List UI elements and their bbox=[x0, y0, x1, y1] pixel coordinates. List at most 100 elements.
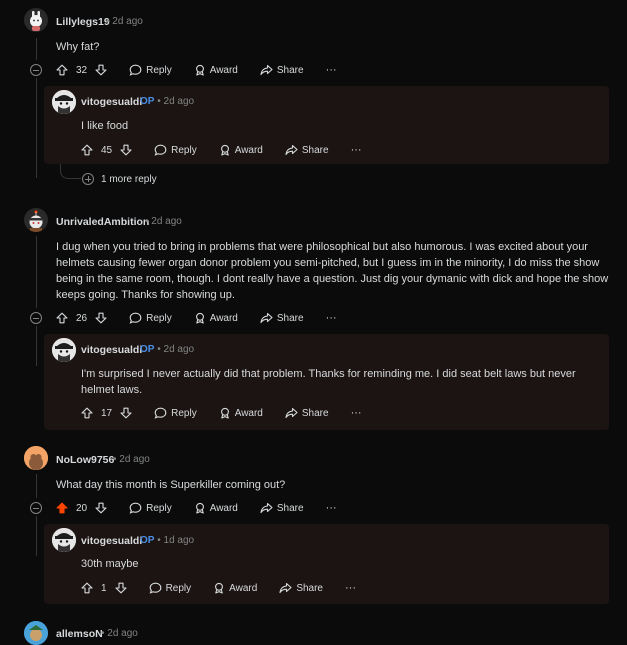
username[interactable]: allemsoN bbox=[56, 628, 103, 640]
more-options-button[interactable]: ··· bbox=[351, 144, 362, 156]
username[interactable]: NoLow9756 bbox=[56, 454, 114, 466]
award-button[interactable]: Award bbox=[219, 407, 263, 419]
comment-meta: • 2d ago bbox=[113, 454, 150, 465]
share-button[interactable]: Share bbox=[285, 407, 329, 419]
avatar[interactable] bbox=[24, 621, 48, 645]
upvote-icon[interactable] bbox=[81, 582, 93, 594]
vote-count: 45 bbox=[101, 144, 113, 156]
reply-button[interactable]: Reply bbox=[154, 407, 197, 419]
share-label: Share bbox=[301, 407, 329, 419]
comment-actions: 26 Reply Award Share ··· bbox=[56, 310, 337, 326]
comment-actions: 1 Reply Award Share ··· bbox=[81, 580, 356, 596]
more-replies-link[interactable]: 1 more reply bbox=[101, 174, 157, 185]
vote-count: 17 bbox=[101, 407, 113, 419]
award-label: Award bbox=[209, 502, 238, 514]
reply-button[interactable]: Reply bbox=[154, 144, 197, 156]
thread-line[interactable] bbox=[36, 78, 37, 178]
share-icon bbox=[260, 502, 273, 514]
comment-icon bbox=[149, 582, 161, 594]
downvote-icon[interactable] bbox=[120, 144, 132, 156]
collapse-button[interactable] bbox=[30, 64, 42, 76]
more-options-button[interactable]: ··· bbox=[345, 582, 356, 594]
downvote-icon[interactable] bbox=[95, 312, 107, 324]
more-options-button[interactable]: ··· bbox=[326, 64, 337, 76]
downvote-icon[interactable] bbox=[120, 407, 132, 419]
thread-line[interactable] bbox=[36, 516, 37, 556]
more-options-button[interactable]: ··· bbox=[351, 407, 362, 419]
collapse-button[interactable] bbox=[30, 502, 42, 514]
award-icon bbox=[195, 312, 204, 324]
avatar[interactable] bbox=[24, 446, 48, 470]
award-button[interactable]: Award bbox=[194, 502, 238, 514]
reply-button[interactable]: Reply bbox=[129, 502, 172, 514]
username[interactable]: vitogesualdi bbox=[81, 535, 142, 547]
award-button[interactable]: Award bbox=[213, 582, 257, 594]
share-button[interactable]: Share bbox=[260, 312, 304, 324]
downvote-icon[interactable] bbox=[115, 582, 127, 594]
timestamp[interactable]: 2d ago bbox=[119, 454, 150, 465]
more-options-icon: ··· bbox=[350, 144, 362, 156]
share-label: Share bbox=[276, 64, 304, 76]
username[interactable]: vitogesualdi bbox=[81, 344, 142, 356]
thread-line[interactable] bbox=[36, 38, 37, 60]
reply-button[interactable]: Reply bbox=[149, 582, 192, 594]
award-icon bbox=[195, 502, 204, 514]
comment-meta: • 2d ago bbox=[101, 628, 138, 639]
downvote-icon[interactable] bbox=[95, 502, 107, 514]
reply-button[interactable]: Reply bbox=[129, 312, 172, 324]
timestamp[interactable]: 2d ago bbox=[107, 628, 138, 639]
timestamp[interactable]: 1d ago bbox=[164, 535, 195, 546]
vote-control: 20 bbox=[56, 502, 107, 514]
username[interactable]: UnrivaledAmbition bbox=[56, 216, 149, 228]
avatar[interactable] bbox=[52, 90, 76, 114]
expand-replies-icon[interactable] bbox=[82, 173, 94, 185]
upvote-icon[interactable] bbox=[81, 407, 93, 419]
award-button[interactable]: Award bbox=[219, 144, 263, 156]
username[interactable]: vitogesualdi bbox=[81, 96, 142, 108]
upvote-icon[interactable] bbox=[56, 312, 68, 324]
more-options-button[interactable]: ··· bbox=[326, 502, 337, 514]
avatar[interactable] bbox=[24, 8, 48, 32]
timestamp[interactable]: 2d ago bbox=[151, 216, 182, 227]
op-badge: OP bbox=[140, 344, 155, 355]
share-button[interactable]: Share bbox=[260, 64, 304, 76]
timestamp[interactable]: 2d ago bbox=[164, 344, 195, 355]
share-button[interactable]: Share bbox=[260, 502, 304, 514]
share-label: Share bbox=[296, 582, 323, 594]
reply-label: Reply bbox=[165, 582, 192, 594]
vote-count: 26 bbox=[76, 312, 88, 324]
upvote-icon[interactable] bbox=[56, 64, 68, 76]
avatar[interactable] bbox=[52, 528, 76, 552]
award-button[interactable]: Award bbox=[194, 312, 238, 324]
thread-line[interactable] bbox=[36, 326, 37, 366]
share-label: Share bbox=[276, 312, 304, 324]
upvote-icon[interactable] bbox=[56, 502, 68, 514]
vote-control: 1 bbox=[81, 582, 127, 594]
timestamp[interactable]: 2d ago bbox=[112, 16, 143, 27]
award-icon bbox=[215, 582, 224, 594]
award-button[interactable]: Award bbox=[194, 64, 238, 76]
avatar[interactable] bbox=[52, 338, 76, 362]
share-label: Share bbox=[276, 502, 304, 514]
timestamp[interactable]: 2d ago bbox=[164, 96, 195, 107]
comment-text: Why fat? bbox=[56, 41, 100, 53]
share-button[interactable]: Share bbox=[279, 582, 323, 594]
downvote-icon[interactable] bbox=[95, 64, 107, 76]
comment-actions: 45 Reply Award Share ··· bbox=[81, 142, 362, 158]
comment-meta: • 2d ago bbox=[145, 216, 182, 227]
more-options-icon: ··· bbox=[325, 64, 337, 76]
thread-line[interactable] bbox=[36, 474, 37, 498]
share-button[interactable]: Share bbox=[285, 144, 329, 156]
award-label: Award bbox=[209, 64, 238, 76]
reply-button[interactable]: Reply bbox=[129, 64, 172, 76]
reply-label: Reply bbox=[171, 407, 197, 419]
upvote-icon[interactable] bbox=[81, 144, 93, 156]
reply-comment: vitogesualdi OP • 2d ago I'm surprised I… bbox=[44, 334, 609, 430]
more-options-button[interactable]: ··· bbox=[326, 312, 337, 324]
thread-line[interactable] bbox=[36, 236, 37, 308]
comment-icon bbox=[129, 64, 142, 76]
avatar[interactable] bbox=[24, 208, 48, 232]
username[interactable]: Lillylegs19 bbox=[56, 16, 110, 28]
collapse-button[interactable] bbox=[30, 312, 42, 324]
comment-icon bbox=[154, 407, 167, 419]
